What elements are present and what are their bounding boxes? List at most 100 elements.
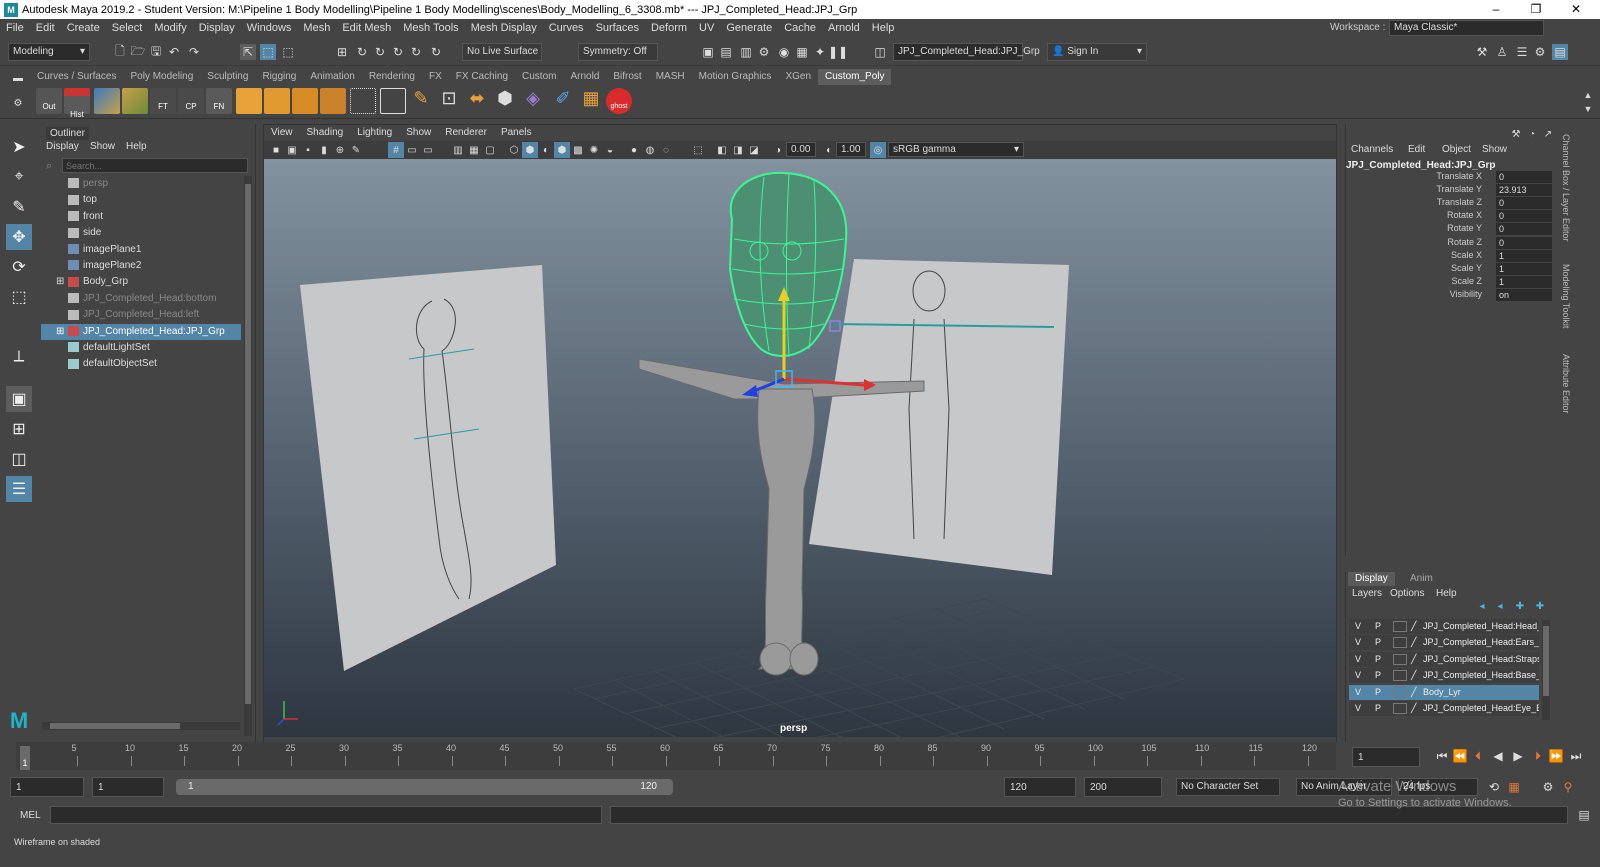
shelf-settings-icon[interactable]: ⚙ <box>10 95 26 111</box>
outliner-menu-show[interactable]: Show <box>90 141 115 152</box>
shelf-menu-icon[interactable]: ▬ <box>10 70 26 86</box>
center-pivot-button[interactable]: CP <box>178 88 204 114</box>
channel-row[interactable]: Translate Y 23.913 <box>1346 184 1556 197</box>
character-controls-icon[interactable]: ♙ <box>1494 44 1510 60</box>
channels-menu-channels[interactable]: Channels <box>1351 144 1393 155</box>
viewport-menu-show[interactable]: Show <box>399 125 438 141</box>
channel-row[interactable]: Translate X 0 <box>1346 171 1556 184</box>
channel-name[interactable]: Translate Z <box>1437 197 1482 207</box>
pause-viewport-icon[interactable]: ❚❚ <box>828 44 848 60</box>
layer-vscrollbar[interactable] <box>1542 620 1550 720</box>
channels-menu-object[interactable]: Object <box>1442 144 1471 155</box>
layer-playback-toggle[interactable]: P <box>1375 668 1381 683</box>
shelf-tab-custom[interactable]: Custom <box>515 69 563 85</box>
channel-value[interactable]: 0 <box>1496 171 1552 183</box>
channel-name[interactable]: Rotate Y <box>1447 223 1482 233</box>
history-shelf-button[interactable]: Hist <box>64 88 90 119</box>
outliner-item[interactable]: defaultObjectSet <box>41 356 241 372</box>
sculpt-brush-icon[interactable]: ✐ <box>550 88 576 114</box>
channel-row[interactable]: Visibility on <box>1346 288 1556 302</box>
menu-windows[interactable]: Windows <box>241 22 298 34</box>
layer-color-swatch[interactable] <box>1393 670 1407 682</box>
outliner-menu-display[interactable]: Display <box>46 141 79 152</box>
expand-icon[interactable]: ⊞ <box>41 324 68 340</box>
loop-icon[interactable]: ⟲ <box>1486 779 1502 795</box>
outliner-hscrollbar[interactable] <box>42 722 240 730</box>
shelf-tab-custom-poly[interactable]: Custom_Poly <box>818 69 892 85</box>
outliner-item[interactable]: JPJ_Completed_Head:bottom <box>41 291 241 307</box>
layer-playback-toggle[interactable]: P <box>1375 701 1381 716</box>
render-settings-icon[interactable]: ⚙ <box>756 44 772 60</box>
layer-color-swatch[interactable] <box>1393 703 1407 714</box>
poly-cube-icon[interactable] <box>264 88 290 114</box>
attribute-editor-icon[interactable]: ☰ <box>1514 44 1530 60</box>
two-view-icon[interactable]: ◫ <box>6 446 32 472</box>
resolution-gate-icon[interactable]: ▭ <box>420 142 436 158</box>
grid-mesh-icon[interactable] <box>94 88 120 114</box>
playback-end-field[interactable]: 120 <box>1004 777 1076 797</box>
xray-icon[interactable]: ◧ <box>714 142 730 158</box>
image-plane-toggle-icon[interactable]: ▮ <box>316 142 332 158</box>
playback-range-bar[interactable]: 1 120 <box>176 779 673 795</box>
viewport-menu-lighting[interactable]: Lighting <box>350 125 399 141</box>
grid-paint-icon[interactable]: ▦ <box>578 88 604 114</box>
shelf-tab-xgen[interactable]: XGen <box>778 69 818 85</box>
layer-visibility-toggle[interactable]: V <box>1355 685 1361 700</box>
animation-start-field[interactable]: 1 <box>10 777 84 797</box>
channel-row[interactable]: Rotate Y 0 <box>1346 223 1556 236</box>
shelf-tab-mash[interactable]: MASH <box>649 69 692 85</box>
shelf-tab-bifrost[interactable]: Bifrost <box>606 69 648 85</box>
textured-icon[interactable]: ▩ <box>570 142 586 158</box>
face-normals-button[interactable]: FN <box>206 88 232 114</box>
smooth-shade-icon[interactable]: ⬢ <box>522 142 538 158</box>
mel-label[interactable]: MEL <box>20 810 41 821</box>
live-surface-field[interactable]: No Live Surface <box>462 43 542 61</box>
go-to-start-icon[interactable]: ⏮ <box>1434 748 1450 764</box>
current-frame-marker[interactable]: 1 <box>20 746 30 770</box>
snap-to-view-plane-icon[interactable]: ↻ <box>390 44 406 60</box>
channel-row[interactable]: Rotate X 0 <box>1346 210 1556 223</box>
expand-icon[interactable]: ⊞ <box>41 274 68 290</box>
tool-toggle-icon[interactable]: ↗ <box>1540 126 1556 142</box>
layer-playback-toggle[interactable]: P <box>1375 652 1381 667</box>
maximize-button[interactable]: ❐ <box>1516 0 1556 19</box>
layer-row[interactable]: V P ╱ JPJ_Completed_Head:Ears_L <box>1349 635 1539 651</box>
go-to-end-icon[interactable]: ⏭ <box>1568 748 1584 764</box>
ghost-button[interactable]: ghost <box>606 88 632 114</box>
outliner-item[interactable]: imagePlane1 <box>41 242 241 258</box>
channel-value[interactable]: on <box>1496 288 1552 301</box>
layer-playback-toggle[interactable]: P <box>1375 635 1381 650</box>
slide-edge-icon[interactable]: ⬌ <box>464 88 490 114</box>
menu-uv[interactable]: UV <box>693 22 720 34</box>
layer-menu-options[interactable]: Options <box>1390 588 1424 599</box>
menu-mesh-display[interactable]: Mesh Display <box>465 22 543 34</box>
extrude-icon[interactable] <box>236 88 262 114</box>
merge-vertices-icon[interactable] <box>350 88 376 114</box>
menu-display[interactable]: Display <box>193 22 241 34</box>
outliner-item[interactable]: imagePlane2 <box>41 258 241 274</box>
bookmark-icon[interactable]: ▪ <box>300 142 316 158</box>
channel-row[interactable]: Scale X 1 <box>1346 249 1556 263</box>
save-scene-icon[interactable]: 🖫 <box>148 44 164 60</box>
use-all-lights-icon[interactable]: ✺ <box>586 142 602 158</box>
exposure-icon[interactable]: ◑ <box>770 142 786 158</box>
menu-generate[interactable]: Generate <box>720 22 778 34</box>
make-live-icon[interactable]: ↻ <box>408 44 424 60</box>
hypershade-icon[interactable]: ◉ <box>776 44 792 60</box>
snap-to-point-icon[interactable]: ↻ <box>372 44 388 60</box>
symmetry-dropdown[interactable]: Symmetry: Off <box>578 43 658 61</box>
channel-value[interactable]: 1 <box>1496 262 1552 275</box>
ipr-render-icon[interactable]: ▥ <box>738 44 754 60</box>
shelf-tab-motion-graphics[interactable]: Motion Graphics <box>692 69 779 85</box>
viewport-menu-panels[interactable]: Panels <box>494 125 539 141</box>
viewport-menu-renderer[interactable]: Renderer <box>438 125 494 141</box>
field-chart-icon[interactable]: ▦ <box>466 142 482 158</box>
channels-menu-edit[interactable]: Edit <box>1408 144 1425 155</box>
mirror-icon[interactable]: ⬢ <box>492 88 518 114</box>
auto-key-icon[interactable]: ▦ <box>1506 779 1522 795</box>
grid-toggle-icon[interactable]: # <box>388 142 404 158</box>
outliner-layout-icon[interactable]: ☰ <box>6 476 32 502</box>
wireframe-on-shaded-icon[interactable]: ⬢ <box>554 142 570 158</box>
layer-color-swatch[interactable] <box>1393 621 1407 632</box>
channel-value[interactable]: 0 <box>1496 236 1552 249</box>
